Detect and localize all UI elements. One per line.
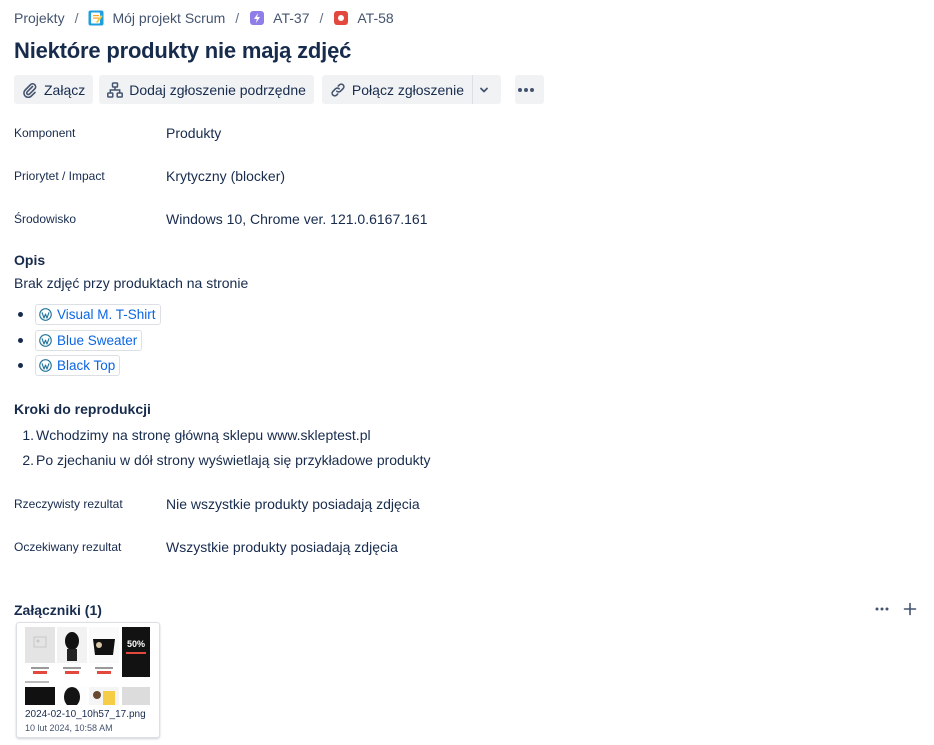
breadcrumb-separator: / [319,10,324,26]
field-environment-value[interactable]: Windows 10, Chrome ver. 121.0.6167.161 [166,211,428,227]
description-text[interactable]: Brak zdjęć przy produktach na stronie [14,275,248,291]
add-attachment-button[interactable] [898,598,922,620]
description-heading: Opis [14,252,46,268]
step-text: Wchodzimy na stronę główną sklepu www.sk… [36,426,371,443]
description-link-list: Visual M. T-Shirt Blue Sweater Black Top [14,302,161,379]
list-item: Black Top [14,353,161,378]
paperclip-icon [23,82,37,98]
wordpress-icon [39,333,52,347]
link-issue-dropdown-button[interactable] [471,75,501,104]
link-issue-button[interactable]: Połącz zgłoszenie [321,75,472,104]
smart-link[interactable]: Blue Sweater [35,329,143,351]
smart-link-label: Black Top [57,358,116,373]
more-icon [875,607,889,611]
breadcrumb-separator: / [74,10,79,26]
more-actions-button[interactable] [514,75,544,104]
breadcrumb-parent-label: AT-37 [273,10,310,26]
field-actual-result: Rzeczywisty rezultat Nie wszystkie produ… [14,495,420,513]
issue-toolbar: Załącz Dodaj zgłoszenie podrzędne Połącz… [14,75,544,104]
subtask-bolt-icon [249,10,265,26]
breadcrumb-parent-issue[interactable]: AT-37 [249,10,309,26]
field-priority-value[interactable]: Krytyczny (blocker) [166,168,285,184]
field-priority: Priorytet / Impact Krytyczny (blocker) [14,167,285,185]
add-child-issue-button[interactable]: Dodaj zgłoszenie podrzędne [99,75,314,104]
breadcrumb-current-issue[interactable]: AT-58 [333,10,394,26]
thumbnail-sale-badge: 50% [127,639,145,649]
attachments-more-button[interactable] [870,598,894,620]
attachment-filename: 2024-02-10_10h57_17.png [25,709,146,720]
steps-heading: Kroki do reprodukcji [14,401,151,417]
list-item: Blue Sweater [14,328,161,353]
link-issue-label: Połącz zgłoszenie [351,81,464,98]
list-item: Visual M. T-Shirt [14,302,161,327]
link-issue-split-button: Połącz zgłoszenie [321,75,501,104]
field-expected-result: Oczekiwany rezultat Wszystkie produkty p… [14,538,398,556]
attach-button-label: Załącz [44,81,86,98]
attach-button[interactable]: Załącz [14,75,94,104]
link-icon [331,82,345,97]
chevron-down-icon [480,87,488,92]
smart-link-label: Visual M. T-Shirt [57,307,156,322]
wordpress-icon [39,359,52,372]
field-actual-result-value[interactable]: Nie wszystkie produkty posiadają zdjęcia [166,496,420,512]
bullet [18,363,23,368]
smart-link-label: Blue Sweater [57,332,138,348]
breadcrumb-current-label: AT-58 [357,10,394,26]
attachment-thumbnail: 50% [23,625,153,705]
field-expected-result-label: Oczekiwany rezultat [14,540,122,554]
breadcrumb-separator: / [235,10,240,26]
attachment-date: 10 lut 2024, 10:58 AM [25,723,113,733]
attachments-heading: Załączniki (1) [14,602,102,618]
step-number: 2. [22,451,34,468]
list-item[interactable]: 1. Wchodzimy na stronę główną sklepu www… [14,422,431,447]
list-item[interactable]: 2. Po zjechaniu w dół strony wyświetlają… [14,447,431,472]
attachments-actions [866,598,922,620]
issue-title[interactable]: Niektóre produkty nie mają zdjęć [14,38,351,64]
attachment-card[interactable]: 50% 2024-02-10_10h57_17.png 10 lut 2024,… [16,622,160,738]
step-text: Po zjechaniu w dół strony wyświetlają si… [36,451,431,468]
field-expected-result-value[interactable]: Wszystkie produkty posiadają zdjęcia [166,539,398,555]
field-environment-label: Środowisko [14,212,77,226]
bullet [18,337,23,343]
breadcrumb-project-label: Mój projekt Scrum [112,10,226,26]
smart-link[interactable]: Black Top [35,355,121,376]
wordpress-icon [39,308,52,321]
field-component-label: Komponent [14,126,76,140]
field-environment: Środowisko Windows 10, Chrome ver. 121.0… [14,210,428,228]
field-component-value[interactable]: Produkty [166,125,221,141]
bug-icon [333,10,349,26]
add-child-issue-label: Dodaj zgłoszenie podrzędne [129,81,306,98]
smart-link[interactable]: Visual M. T-Shirt [35,304,161,325]
plus-icon [903,602,917,616]
field-actual-result-label: Rzeczywisty rezultat [14,497,123,511]
step-number: 1. [22,426,34,443]
hierarchy-icon [107,81,124,98]
more-icon [518,87,535,92]
bullet [18,312,23,317]
steps-list: 1. Wchodzimy na stronę główną sklepu www… [14,422,431,472]
project-avatar-icon [88,10,104,26]
field-component: Komponent Produkty [14,124,221,142]
breadcrumb: Projekty / Mój projekt Scrum / AT-37 / A… [14,8,394,28]
breadcrumb-project[interactable]: Mój projekt Scrum [88,10,225,26]
field-priority-label: Priorytet / Impact [14,169,105,183]
breadcrumb-projects[interactable]: Projekty [14,10,65,26]
